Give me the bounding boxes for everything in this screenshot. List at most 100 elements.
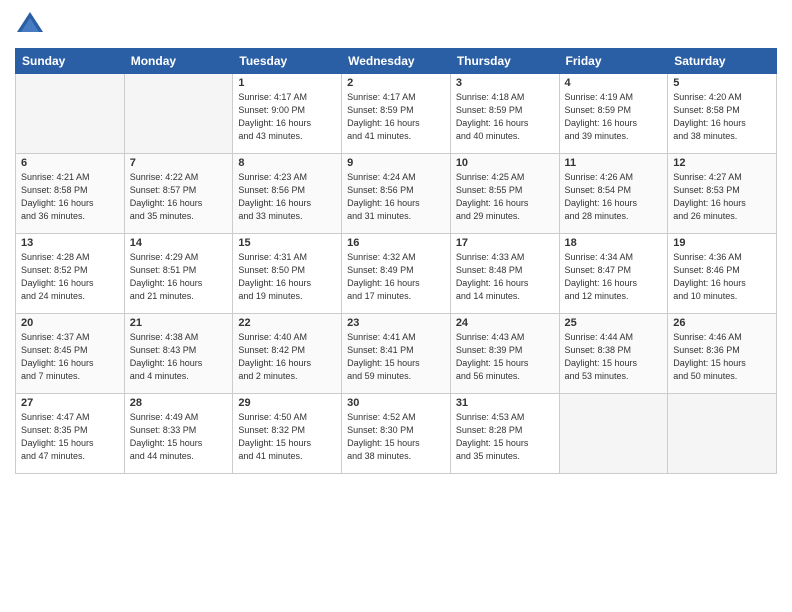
day-number: 25 — [565, 317, 663, 329]
day-number: 31 — [456, 397, 554, 409]
day-info: Sunrise: 4:22 AMSunset: 8:57 PMDaylight:… — [130, 171, 228, 223]
week-row-5: 27 Sunrise: 4:47 AMSunset: 8:35 PMDayligh… — [16, 394, 777, 474]
day-number: 23 — [347, 317, 445, 329]
day-cell: 14 Sunrise: 4:29 AMSunset: 8:51 PMDayligh… — [124, 234, 233, 314]
logo — [15, 10, 48, 40]
day-info: Sunrise: 4:31 AMSunset: 8:50 PMDaylight:… — [238, 251, 336, 303]
day-cell: 21 Sunrise: 4:38 AMSunset: 8:43 PMDayligh… — [124, 314, 233, 394]
day-cell: 24 Sunrise: 4:43 AMSunset: 8:39 PMDayligh… — [450, 314, 559, 394]
day-number: 26 — [673, 317, 771, 329]
day-cell: 13Sunrise: 4:28 AMSunset: 8:52 PMDayligh… — [16, 234, 125, 314]
day-cell — [668, 394, 777, 474]
day-info: Sunrise: 4:18 AMSunset: 8:59 PMDaylight:… — [456, 91, 554, 143]
day-number: 13 — [21, 237, 119, 249]
day-number: 5 — [673, 77, 771, 89]
day-cell: 12 Sunrise: 4:27 AMSunset: 8:53 PMDayligh… — [668, 154, 777, 234]
day-info: Sunrise: 4:27 AMSunset: 8:53 PMDaylight:… — [673, 171, 771, 223]
col-header-tuesday: Tuesday — [233, 49, 342, 74]
day-number: 30 — [347, 397, 445, 409]
day-info: Sunrise: 4:24 AMSunset: 8:56 PMDaylight:… — [347, 171, 445, 223]
day-cell: 6 Sunrise: 4:21 AMSunset: 8:58 PMDaylight… — [16, 154, 125, 234]
day-info: Sunrise: 4:47 AMSunset: 8:35 PMDaylight:… — [21, 411, 119, 463]
day-cell: 5 Sunrise: 4:20 AMSunset: 8:58 PMDaylight… — [668, 74, 777, 154]
day-cell — [559, 394, 668, 474]
day-cell: 20 Sunrise: 4:37 AMSunset: 8:45 PMDayligh… — [16, 314, 125, 394]
page: SundayMondayTuesdayWednesdayThursdayFrid… — [0, 0, 792, 612]
col-header-wednesday: Wednesday — [342, 49, 451, 74]
week-row-4: 20 Sunrise: 4:37 AMSunset: 8:45 PMDayligh… — [16, 314, 777, 394]
day-number: 20 — [21, 317, 119, 329]
day-number: 16 — [347, 237, 445, 249]
day-number: 15 — [238, 237, 336, 249]
day-cell: 30Sunrise: 4:52 AMSunset: 8:30 PMDayligh… — [342, 394, 451, 474]
day-info: Sunrise: 4:19 AMSunset: 8:59 PMDaylight:… — [565, 91, 663, 143]
day-info: Sunrise: 4:32 AMSunset: 8:49 PMDaylight:… — [347, 251, 445, 303]
day-number: 1 — [238, 77, 336, 89]
day-cell: 7Sunrise: 4:22 AMSunset: 8:57 PMDaylight… — [124, 154, 233, 234]
week-row-1: 1 Sunrise: 4:17 AMSunset: 9:00 PMDaylight… — [16, 74, 777, 154]
day-cell: 29 Sunrise: 4:50 AMSunset: 8:32 PMDayligh… — [233, 394, 342, 474]
day-number: 3 — [456, 77, 554, 89]
day-cell — [16, 74, 125, 154]
day-info: Sunrise: 4:43 AMSunset: 8:39 PMDaylight:… — [456, 331, 554, 383]
col-header-thursday: Thursday — [450, 49, 559, 74]
day-cell: 18 Sunrise: 4:34 AMSunset: 8:47 PMDayligh… — [559, 234, 668, 314]
day-number: 2 — [347, 77, 445, 89]
day-info: Sunrise: 4:36 AMSunset: 8:46 PMDaylight:… — [673, 251, 771, 303]
day-number: 11 — [565, 157, 663, 169]
day-number: 9 — [347, 157, 445, 169]
day-info: Sunrise: 4:21 AMSunset: 8:58 PMDaylight:… — [21, 171, 119, 223]
day-info: Sunrise: 4:50 AMSunset: 8:32 PMDaylight:… — [238, 411, 336, 463]
day-cell — [124, 74, 233, 154]
col-header-saturday: Saturday — [668, 49, 777, 74]
day-info: Sunrise: 4:29 AMSunset: 8:51 PMDaylight:… — [130, 251, 228, 303]
day-cell: 15 Sunrise: 4:31 AMSunset: 8:50 PMDayligh… — [233, 234, 342, 314]
day-number: 28 — [130, 397, 228, 409]
day-cell: 10 Sunrise: 4:25 AMSunset: 8:55 PMDayligh… — [450, 154, 559, 234]
day-number: 24 — [456, 317, 554, 329]
day-info: Sunrise: 4:33 AMSunset: 8:48 PMDaylight:… — [456, 251, 554, 303]
day-info: Sunrise: 4:38 AMSunset: 8:43 PMDaylight:… — [130, 331, 228, 383]
day-cell: 8 Sunrise: 4:23 AMSunset: 8:56 PMDaylight… — [233, 154, 342, 234]
day-info: Sunrise: 4:34 AMSunset: 8:47 PMDaylight:… — [565, 251, 663, 303]
calendar: SundayMondayTuesdayWednesdayThursdayFrid… — [15, 48, 777, 474]
day-cell: 25 Sunrise: 4:44 AMSunset: 8:38 PMDayligh… — [559, 314, 668, 394]
day-number: 10 — [456, 157, 554, 169]
day-info: Sunrise: 4:17 AMSunset: 9:00 PMDaylight:… — [238, 91, 336, 143]
day-info: Sunrise: 4:25 AMSunset: 8:55 PMDaylight:… — [456, 171, 554, 223]
day-cell: 3 Sunrise: 4:18 AMSunset: 8:59 PMDaylight… — [450, 74, 559, 154]
day-info: Sunrise: 4:20 AMSunset: 8:58 PMDaylight:… — [673, 91, 771, 143]
day-info: Sunrise: 4:37 AMSunset: 8:45 PMDaylight:… — [21, 331, 119, 383]
header — [15, 10, 777, 40]
day-cell: 16 Sunrise: 4:32 AMSunset: 8:49 PMDayligh… — [342, 234, 451, 314]
day-info: Sunrise: 4:49 AMSunset: 8:33 PMDaylight:… — [130, 411, 228, 463]
day-cell: 22Sunrise: 4:40 AMSunset: 8:42 PMDayligh… — [233, 314, 342, 394]
day-info: Sunrise: 4:17 AMSunset: 8:59 PMDaylight:… — [347, 91, 445, 143]
day-cell: 2 Sunrise: 4:17 AMSunset: 8:59 PMDaylight… — [342, 74, 451, 154]
day-number: 12 — [673, 157, 771, 169]
day-cell: 27 Sunrise: 4:47 AMSunset: 8:35 PMDayligh… — [16, 394, 125, 474]
day-info: Sunrise: 4:44 AMSunset: 8:38 PMDaylight:… — [565, 331, 663, 383]
day-cell: 31Sunrise: 4:53 AMSunset: 8:28 PMDayligh… — [450, 394, 559, 474]
day-number: 21 — [130, 317, 228, 329]
day-number: 29 — [238, 397, 336, 409]
day-number: 8 — [238, 157, 336, 169]
day-info: Sunrise: 4:23 AMSunset: 8:56 PMDaylight:… — [238, 171, 336, 223]
col-header-monday: Monday — [124, 49, 233, 74]
day-number: 18 — [565, 237, 663, 249]
day-cell: 28 Sunrise: 4:49 AMSunset: 8:33 PMDayligh… — [124, 394, 233, 474]
day-cell: 4Sunrise: 4:19 AMSunset: 8:59 PMDaylight… — [559, 74, 668, 154]
day-cell: 23 Sunrise: 4:41 AMSunset: 8:41 PMDayligh… — [342, 314, 451, 394]
header-row: SundayMondayTuesdayWednesdayThursdayFrid… — [16, 49, 777, 74]
day-number: 6 — [21, 157, 119, 169]
day-cell: 17Sunrise: 4:33 AMSunset: 8:48 PMDayligh… — [450, 234, 559, 314]
logo-icon — [15, 10, 45, 40]
day-cell: 9 Sunrise: 4:24 AMSunset: 8:56 PMDaylight… — [342, 154, 451, 234]
day-number: 22 — [238, 317, 336, 329]
col-header-sunday: Sunday — [16, 49, 125, 74]
day-number: 27 — [21, 397, 119, 409]
day-info: Sunrise: 4:41 AMSunset: 8:41 PMDaylight:… — [347, 331, 445, 383]
day-cell: 1 Sunrise: 4:17 AMSunset: 9:00 PMDaylight… — [233, 74, 342, 154]
day-number: 14 — [130, 237, 228, 249]
col-header-friday: Friday — [559, 49, 668, 74]
